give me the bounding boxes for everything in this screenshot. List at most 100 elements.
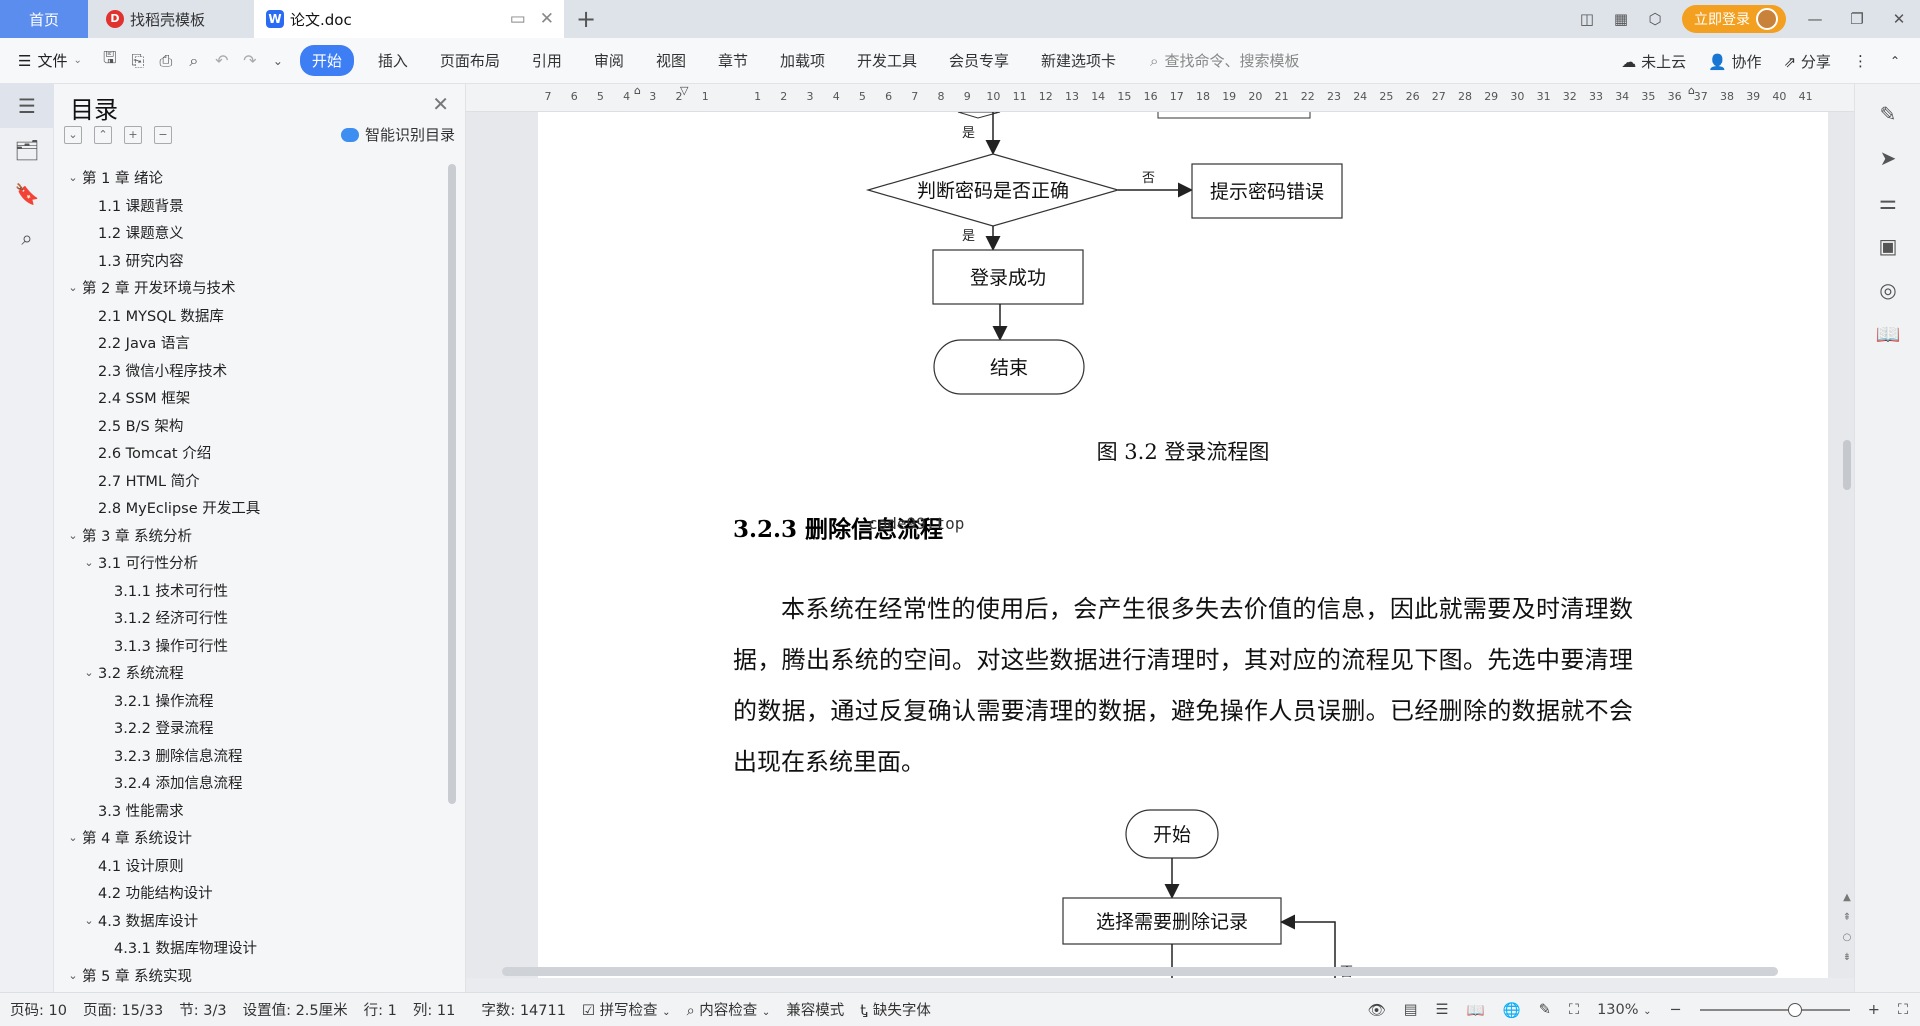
menu-section[interactable]: 章节 [702, 50, 764, 71]
remove-heading-icon[interactable]: − [154, 126, 172, 144]
export-pdf-icon[interactable]: ⎘ [124, 51, 152, 71]
chevron-down-icon[interactable]: ⌄ [64, 831, 82, 844]
toc-item[interactable]: 3.1.1 技术可行性 [54, 577, 450, 605]
menu-page-layout[interactable]: 页面布局 [424, 50, 516, 71]
toc-item[interactable]: 2.5 B/S 架构 [54, 412, 450, 440]
toc-item[interactable]: ⌄ 第 5 章 系统实现 [54, 962, 450, 990]
chapter-nav-icon[interactable]: 🗂 [0, 128, 54, 172]
menu-start[interactable]: 开始 [299, 45, 354, 76]
tab-home[interactable]: 首页 [0, 0, 88, 38]
toc-item[interactable]: 4.1 设计原则 [54, 852, 450, 880]
toc-item[interactable]: 1.1 课题背景 [54, 192, 450, 220]
chevron-down-icon[interactable]: ⌄ [80, 556, 98, 569]
chevron-down-icon[interactable]: ⌄ [64, 171, 82, 184]
chevron-down-icon[interactable]: ⌄ [80, 914, 98, 927]
smart-toc-button[interactable]: 智能识别目录 [340, 124, 455, 145]
zoom-out-icon[interactable]: − [1670, 1002, 1682, 1018]
left-indent-marker[interactable]: ⌂ [634, 84, 641, 97]
command-search[interactable]: ⌕ 查找命令、搜索模板 [1150, 50, 1299, 71]
collaborate-button[interactable]: 👤 协作 [1708, 51, 1761, 72]
find-icon[interactable]: ⌕ [0, 216, 54, 260]
toc-item[interactable]: 2.7 HTML 简介 [54, 467, 450, 495]
toc-item[interactable]: 4.3.1 数据库物理设计 [54, 934, 450, 962]
zoom-slider-knob[interactable] [1787, 1003, 1802, 1017]
toc-item[interactable]: ⌄ 第 3 章 系统分析 [54, 522, 450, 550]
restore-icon[interactable]: ❐ [1836, 10, 1878, 28]
toc-item[interactable]: ⌄ 3.1 可行性分析 [54, 549, 450, 577]
redo-icon[interactable]: ↷ [236, 51, 264, 70]
close-window-icon[interactable]: ✕ [1878, 10, 1920, 28]
toc-item[interactable]: 1.3 研究内容 [54, 247, 450, 275]
outline-view-icon[interactable]: ☰ [1436, 1002, 1449, 1018]
toc-item[interactable]: ⌄ 第 4 章 系统设计 [54, 824, 450, 852]
toc-scrollbar[interactable] [448, 164, 456, 804]
minimize-icon[interactable]: — [1794, 10, 1836, 28]
new-tab-button[interactable]: + [572, 0, 600, 38]
chevron-down-icon[interactable]: ⌄ [64, 281, 82, 294]
toc-item[interactable]: 3.1.3 操作可行性 [54, 632, 450, 660]
compass-icon[interactable]: ◎ [1855, 268, 1920, 312]
horizontal-ruler[interactable]: ⌂ ▽ ⌂ 7 6 5 4 3 2 1 1 2 3 4 5 6 7 8 9 10 11 12 13 14 15 16 17 18… [466, 84, 1854, 112]
menu-addins[interactable]: 加载项 [764, 50, 841, 71]
toc-item[interactable]: 3.2.1 操作流程 [54, 687, 450, 715]
select-browse-icon[interactable]: ○ [1840, 932, 1854, 943]
document-canvas[interactable]: 是 判断密码是否正确 否 提示密码错误 是 登录成功 结束 开始 选择需要删除记… [466, 112, 1854, 978]
toc-item[interactable]: 2.1 MYSQL 数据库 [54, 302, 450, 330]
add-heading-icon[interactable]: + [124, 126, 142, 144]
vertical-scroll-thumb[interactable] [1843, 440, 1851, 490]
apps-grid-icon[interactable]: ▦ [1604, 10, 1638, 28]
image-tool-icon[interactable]: ▣ [1855, 224, 1920, 268]
status-words[interactable]: 字数: 14711 [481, 999, 566, 1020]
scroll-up-icon[interactable]: ▲ [1840, 892, 1854, 903]
toc-item[interactable]: 3.2.4 添加信息流程 [54, 769, 450, 797]
zoom-in-icon[interactable]: + [1868, 1002, 1880, 1018]
vertical-scrollbar[interactable]: ▲ ⇞ ○ ⇟ [1840, 112, 1854, 978]
toc-item[interactable]: ⌄ 第 1 章 绪论 [54, 164, 450, 192]
web-view-icon[interactable]: 🌐 [1503, 1002, 1521, 1019]
toc-item[interactable]: 2.4 SSM 框架 [54, 384, 450, 412]
eye-protection-icon[interactable]: 👁 [1368, 1002, 1386, 1019]
write-mode-icon[interactable]: ✎ [1539, 1002, 1551, 1018]
menu-review[interactable]: 审阅 [578, 50, 640, 71]
customize-icon[interactable]: ⌄ [264, 54, 292, 68]
toc-item[interactable]: 2.8 MyEclipse 开发工具 [54, 494, 450, 522]
toc-item[interactable]: 3.2.2 登录流程 [54, 714, 450, 742]
window-float-icon[interactable]: ▭ [510, 9, 526, 29]
collapse-all-icon[interactable]: ⌄ [64, 126, 82, 144]
horizontal-scrollbar[interactable] [466, 964, 1840, 978]
reader-icon[interactable]: 📖 [1855, 312, 1920, 356]
menu-insert[interactable]: 插入 [362, 50, 424, 71]
cube-icon[interactable]: ⬡ [1638, 10, 1672, 28]
bookmark-icon[interactable]: 🔖 [0, 172, 54, 216]
chevron-down-icon[interactable]: ⌄ [80, 666, 98, 679]
reading-view-icon[interactable]: 📖 [1467, 1002, 1485, 1019]
pen-icon[interactable]: ✎ [1855, 92, 1920, 136]
status-pages[interactable]: 页面: 15/33 [83, 999, 163, 1020]
next-page-icon[interactable]: ⇟ [1840, 952, 1854, 963]
tab-document[interactable]: W 论文.doc ▭ ✕ [254, 0, 564, 38]
chevron-down-icon[interactable]: ⌄ [64, 529, 82, 542]
toc-item[interactable]: 3.3 性能需求 [54, 797, 450, 825]
close-icon[interactable]: ✕ [432, 92, 449, 116]
toc-item[interactable]: 1.2 课题意义 [54, 219, 450, 247]
toc-item[interactable]: 3.2.3 删除信息流程 [54, 742, 450, 770]
close-tab-icon[interactable]: ✕ [540, 9, 554, 29]
print-preview-icon[interactable]: ⌕ [180, 51, 208, 71]
toc-item[interactable]: ⌄ 3.2 系统流程 [54, 659, 450, 687]
select-pointer-icon[interactable]: ➤ [1855, 136, 1920, 180]
zoom-slider[interactable] [1699, 1003, 1850, 1017]
toc-panel-icon[interactable]: ☰ [0, 84, 54, 128]
fit-page-icon[interactable]: ⛶ [1569, 1002, 1579, 1018]
expand-all-icon[interactable]: ⌃ [94, 126, 112, 144]
toc-item[interactable]: 2.3 微信小程序技术 [54, 357, 450, 385]
adjust-icon[interactable]: ⚌ [1855, 180, 1920, 224]
toc-item[interactable]: ⌄ 4.3 数据库设计 [54, 907, 450, 935]
toc-item[interactable]: 4.2 功能结构设计 [54, 879, 450, 907]
toc-item[interactable]: 2.2 Java 语言 [54, 329, 450, 357]
collapse-ribbon-icon[interactable]: ⌃ [1890, 54, 1900, 68]
login-button[interactable]: 立即登录 [1682, 5, 1786, 33]
zoom-level[interactable]: 130% ⌄ [1597, 1002, 1651, 1018]
chevron-down-icon[interactable]: ⌄ [64, 969, 82, 982]
toc-item[interactable]: 3.1.2 经济可行性 [54, 604, 450, 632]
file-menu[interactable]: ☰ 文件 ⌄ [18, 50, 82, 71]
